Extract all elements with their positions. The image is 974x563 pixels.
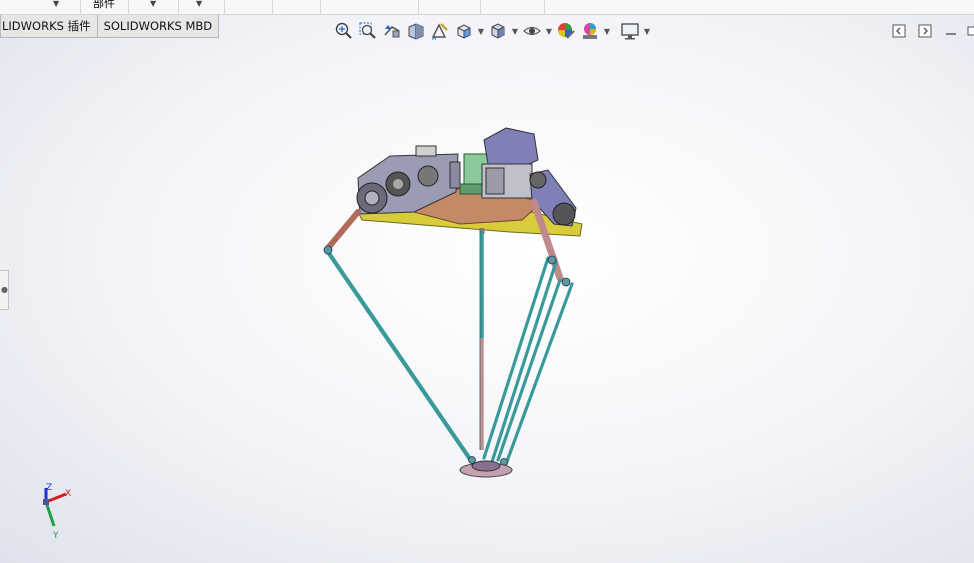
zoom-to-area-icon[interactable] bbox=[356, 20, 380, 42]
display-style-icon[interactable] bbox=[486, 20, 510, 42]
collapse-left-panel-icon[interactable] bbox=[886, 22, 912, 40]
dropdown-arrow-icon[interactable]: ▼ bbox=[196, 0, 202, 8]
top-toolbar-strip: ▼ 部件 ▼ ▼ bbox=[0, 0, 974, 15]
triad-y-axis bbox=[44, 501, 56, 527]
end-effector-hub bbox=[471, 460, 501, 472]
chevron-down-icon[interactable]: ▼ bbox=[544, 27, 554, 36]
previous-view-icon[interactable] bbox=[380, 20, 404, 42]
triad-x-label: X bbox=[65, 489, 71, 499]
zoom-to-fit-icon[interactable] bbox=[332, 20, 356, 42]
triad-y-label: Y bbox=[52, 531, 59, 541]
svg-text:A: A bbox=[432, 35, 437, 41]
toolbar-segment[interactable] bbox=[0, 0, 81, 14]
parts-label: 部件 bbox=[93, 0, 115, 10]
chevron-down-icon[interactable]: ▼ bbox=[602, 27, 612, 36]
parallel-rods bbox=[324, 248, 574, 466]
triad-origin bbox=[43, 499, 49, 505]
view-settings-icon[interactable] bbox=[618, 20, 642, 42]
grip-icon: ● bbox=[1, 285, 8, 294]
section-view-icon[interactable] bbox=[404, 20, 428, 42]
orientation-triad: X Z Y bbox=[43, 483, 71, 541]
command-manager-tabs: LIDWORKS 插件 SOLIDWORKS MBD bbox=[0, 15, 220, 38]
dropdown-arrow-icon[interactable]: ▼ bbox=[150, 0, 156, 8]
chevron-down-icon[interactable]: ▼ bbox=[642, 27, 652, 36]
minimize-icon[interactable] bbox=[938, 22, 964, 40]
feature-manager-handle[interactable]: ● bbox=[0, 270, 9, 310]
dropdown-arrow-icon[interactable]: ▼ bbox=[53, 0, 59, 8]
expand-right-panel-icon[interactable] bbox=[912, 22, 938, 40]
view-orientation-icon[interactable] bbox=[452, 20, 476, 42]
upper-arm-left bbox=[325, 209, 361, 251]
hide-show-items-icon[interactable] bbox=[520, 20, 544, 42]
heads-up-view-toolbar: A ▼ ▼ ▼ ▼ ▼ bbox=[332, 20, 652, 42]
edit-appearance-icon[interactable] bbox=[554, 20, 578, 42]
restore-icon[interactable] bbox=[964, 22, 974, 40]
viewport-controls bbox=[886, 22, 974, 40]
delta-robot-model[interactable] bbox=[310, 120, 600, 490]
toolbar-segment[interactable] bbox=[480, 0, 545, 14]
toolbar-segment[interactable] bbox=[272, 0, 321, 14]
triad-z-label: Z bbox=[46, 483, 52, 493]
apply-scene-icon[interactable] bbox=[578, 20, 602, 42]
chevron-down-icon[interactable]: ▼ bbox=[510, 27, 520, 36]
tab-solidworks-addins[interactable]: LIDWORKS 插件 bbox=[0, 15, 98, 38]
toolbar-segment[interactable] bbox=[418, 0, 481, 14]
toolbar-segment[interactable] bbox=[224, 0, 273, 14]
chevron-down-icon[interactable]: ▼ bbox=[476, 27, 486, 36]
toolbar-segment[interactable] bbox=[320, 0, 419, 14]
tab-solidworks-mbd[interactable]: SOLIDWORKS MBD bbox=[97, 15, 220, 38]
dynamic-annotation-icon[interactable]: A bbox=[428, 20, 452, 42]
